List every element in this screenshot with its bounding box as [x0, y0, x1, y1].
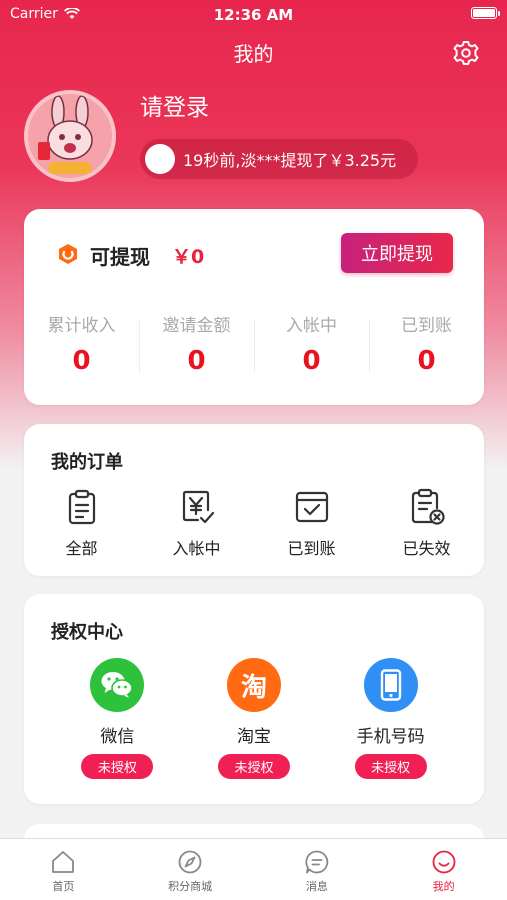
tray-check-icon [295, 491, 328, 523]
stat-label: 已到账 [401, 316, 452, 336]
auth-taobao[interactable]: 淘 淘宝 未授权 [186, 658, 323, 779]
message-icon [305, 850, 329, 874]
withdraw-button[interactable]: 立即提现 [341, 233, 453, 273]
status-bar: Carrier 12:36 AM [0, 0, 507, 28]
wallet-stats: 累计收入 0 邀请金额 0 入帐中 0 已到账 0 [24, 309, 484, 379]
orders-card: 我的订单 全部 入帐中 已到账 已失效 [24, 424, 484, 576]
withdrawable-amount: ￥0 [172, 246, 205, 268]
stat-value: 0 [417, 346, 436, 376]
gear-icon[interactable] [451, 38, 481, 68]
rabbit-avatar-icon [28, 94, 112, 178]
clipboard-x-icon [411, 488, 445, 525]
stat-pending[interactable]: 入帐中 0 [254, 309, 369, 379]
battery-icon [471, 7, 500, 19]
tab-mine[interactable]: 我的 [380, 839, 507, 900]
auth-status-badge[interactable]: 未授权 [354, 754, 427, 779]
withdrawable-label: 可提现 [90, 245, 150, 269]
wallet-icon [59, 244, 77, 264]
auth-title: 授权中心 [51, 622, 123, 643]
login-prompt[interactable]: 请登录 [140, 88, 209, 122]
order-label: 全部 [65, 539, 98, 558]
auth-status-badge[interactable]: 未授权 [218, 754, 290, 779]
phone-icon [363, 658, 418, 712]
page-title: 我的 [233, 42, 274, 66]
stat-value: 0 [72, 346, 91, 376]
stat-value: 0 [187, 346, 206, 376]
stat-label: 入帐中 [286, 316, 337, 336]
tab-label: 积分商城 [168, 880, 213, 893]
withdraw-ticker: 19秒前,淡***提现了￥3.25元 [140, 139, 418, 179]
tab-label: 首页 [52, 880, 75, 893]
wechat-icon [90, 658, 145, 712]
taobao-icon: 淘 [227, 658, 281, 712]
order-all[interactable]: 全部 [24, 488, 139, 559]
yen-check-icon [182, 490, 214, 524]
auth-label: 淘宝 [237, 727, 271, 747]
ticker-text: 19秒前,淡***提现了￥3.25元 [183, 151, 397, 170]
tab-label: 消息 [305, 880, 328, 893]
order-label: 已失效 [402, 539, 451, 558]
tab-label: 我的 [432, 880, 455, 893]
stat-invite-amount[interactable]: 邀请金额 0 [139, 309, 254, 379]
stat-total-income[interactable]: 累计收入 0 [24, 309, 139, 379]
order-expired[interactable]: 已失效 [369, 488, 484, 559]
auth-label: 手机号码 [356, 727, 425, 747]
stat-label: 累计收入 [47, 316, 116, 336]
tab-points-mall[interactable]: 积分商城 [127, 839, 254, 900]
stat-value: 0 [302, 346, 321, 376]
stat-received[interactable]: 已到账 0 [369, 309, 484, 379]
auth-phone[interactable]: 手机号码 未授权 [322, 658, 459, 779]
order-label: 已到账 [287, 539, 336, 558]
tab-messages[interactable]: 消息 [254, 839, 381, 900]
auth-wechat[interactable]: 微信 未授权 [49, 658, 186, 779]
clock: 12:36 AM [213, 6, 294, 24]
wallet-card: 可提现 ￥0 立即提现 累计收入 0 邀请金额 0 入帐中 0 已到账 0 [24, 209, 484, 405]
order-status-row: 全部 入帐中 已到账 已失效 [24, 488, 484, 559]
auth-row: 微信 未授权 淘 淘宝 未授权 手机号码 未授权 [24, 658, 484, 779]
auth-label: 微信 [100, 727, 135, 747]
compass-icon [178, 850, 202, 874]
home-icon [52, 851, 75, 873]
bottom-tab-bar: 首页 积分商城 消息 我的 [0, 838, 507, 900]
stat-label: 邀请金额 [162, 316, 231, 336]
smile-icon [432, 850, 456, 874]
ticker-avatar [145, 144, 175, 174]
clipboard-icon [68, 489, 95, 525]
avatar[interactable] [24, 90, 116, 182]
order-received[interactable]: 已到账 [254, 488, 369, 559]
auth-status-badge[interactable]: 未授权 [81, 754, 154, 779]
order-label: 入帐中 [172, 539, 221, 558]
orders-title: 我的订单 [51, 452, 123, 473]
taobao-glyph: 淘 [240, 672, 267, 703]
auth-center-card: 授权中心 微信 未授权 淘 淘宝 未授权 手机号码 未授权 [24, 594, 484, 804]
tab-home[interactable]: 首页 [0, 839, 127, 900]
order-pending[interactable]: 入帐中 [139, 488, 254, 559]
